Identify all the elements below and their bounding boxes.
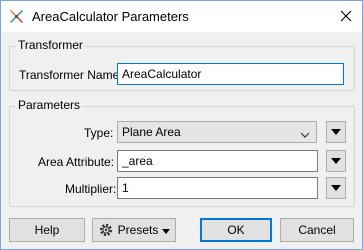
- close-button[interactable]: [334, 5, 358, 27]
- help-button[interactable]: Help: [9, 218, 85, 242]
- type-label: Type:: [84, 126, 114, 140]
- title-bar[interactable]: AreaCalculator Parameters: [1, 1, 362, 32]
- window-title: AreaCalculator Parameters: [32, 9, 189, 24]
- triangle-down-icon: [331, 129, 341, 135]
- type-select[interactable]: Plane Area: [117, 121, 317, 143]
- cancel-button-label: Cancel: [298, 223, 336, 237]
- help-button-label: Help: [34, 223, 60, 237]
- multiplier-options-button[interactable]: [326, 177, 346, 199]
- gear-icon: [98, 222, 114, 238]
- chevron-down-icon: [300, 128, 310, 142]
- transformer-name-input[interactable]: AreaCalculator: [117, 63, 344, 85]
- cancel-button[interactable]: Cancel: [280, 218, 354, 242]
- area-attribute-options-button[interactable]: [326, 150, 346, 172]
- triangle-down-icon: [331, 185, 341, 191]
- close-icon: [340, 10, 352, 22]
- multiplier-input[interactable]: 1: [117, 177, 318, 199]
- multiplier-label: Multiplier:: [65, 182, 117, 196]
- fme-transformer-icon: [8, 8, 25, 25]
- transformer-group-title: Transformer: [16, 38, 85, 52]
- presets-button[interactable]: Presets: [92, 218, 176, 242]
- type-select-value: Plane Area: [122, 125, 181, 139]
- type-options-button[interactable]: [326, 121, 346, 143]
- ok-button[interactable]: OK: [200, 218, 272, 242]
- parameters-group-title: Parameters: [16, 98, 83, 112]
- area-attribute-label: Area Attribute:: [38, 155, 115, 169]
- transformer-name-label: Transformer Name:: [19, 68, 123, 82]
- triangle-down-icon: [331, 158, 341, 164]
- dialog-window: AreaCalculator Parameters Transformer Tr…: [0, 0, 363, 250]
- ok-button-label: OK: [227, 223, 245, 237]
- presets-button-label: Presets: [117, 223, 159, 237]
- triangle-down-icon: [162, 223, 171, 237]
- area-attribute-input[interactable]: _area: [117, 150, 318, 172]
